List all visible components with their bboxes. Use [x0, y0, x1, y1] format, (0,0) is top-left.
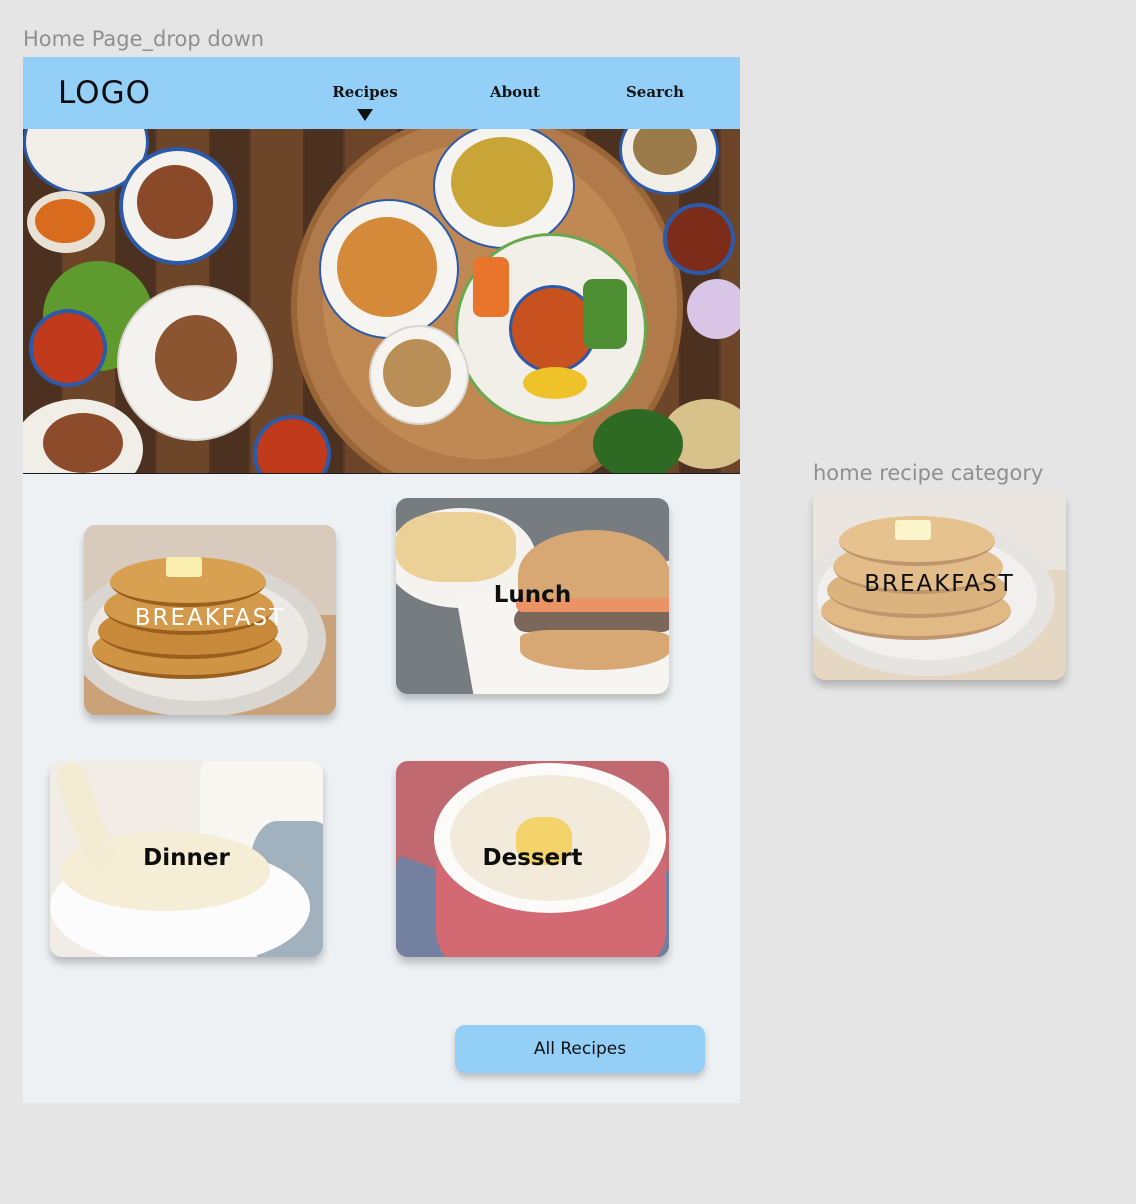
home-page-frame: LOGO Recipes About Search BREAKFAST Lunc…: [23, 57, 740, 1103]
frame-label-home-page: Home Page_drop down: [23, 27, 265, 51]
logo[interactable]: LOGO: [58, 75, 151, 111]
component-preview-label: BREAKFAST: [864, 571, 1015, 597]
all-recipes-button[interactable]: All Recipes: [455, 1025, 705, 1073]
category-label-dessert: Dessert: [482, 845, 583, 871]
triangle-down-icon[interactable]: [357, 109, 373, 121]
hero-image: [23, 129, 740, 474]
component-preview-breakfast[interactable]: BREAKFAST: [813, 490, 1066, 680]
category-card-dessert[interactable]: Dessert: [396, 761, 669, 957]
nav-link-search[interactable]: Search: [617, 83, 693, 101]
nav-link-recipes[interactable]: Recipes: [323, 83, 407, 101]
category-label-breakfast: BREAKFAST: [134, 605, 286, 631]
frame-label-home-recipe-category: home recipe category: [813, 461, 1044, 485]
category-card-dinner[interactable]: Dinner: [50, 761, 323, 957]
category-card-lunch[interactable]: Lunch: [396, 498, 669, 694]
category-label-dinner: Dinner: [143, 845, 230, 871]
category-card-breakfast[interactable]: BREAKFAST: [84, 525, 336, 715]
nav-link-about[interactable]: About: [478, 83, 552, 101]
navbar: LOGO Recipes About Search: [23, 57, 740, 129]
category-label-lunch: Lunch: [493, 582, 572, 608]
